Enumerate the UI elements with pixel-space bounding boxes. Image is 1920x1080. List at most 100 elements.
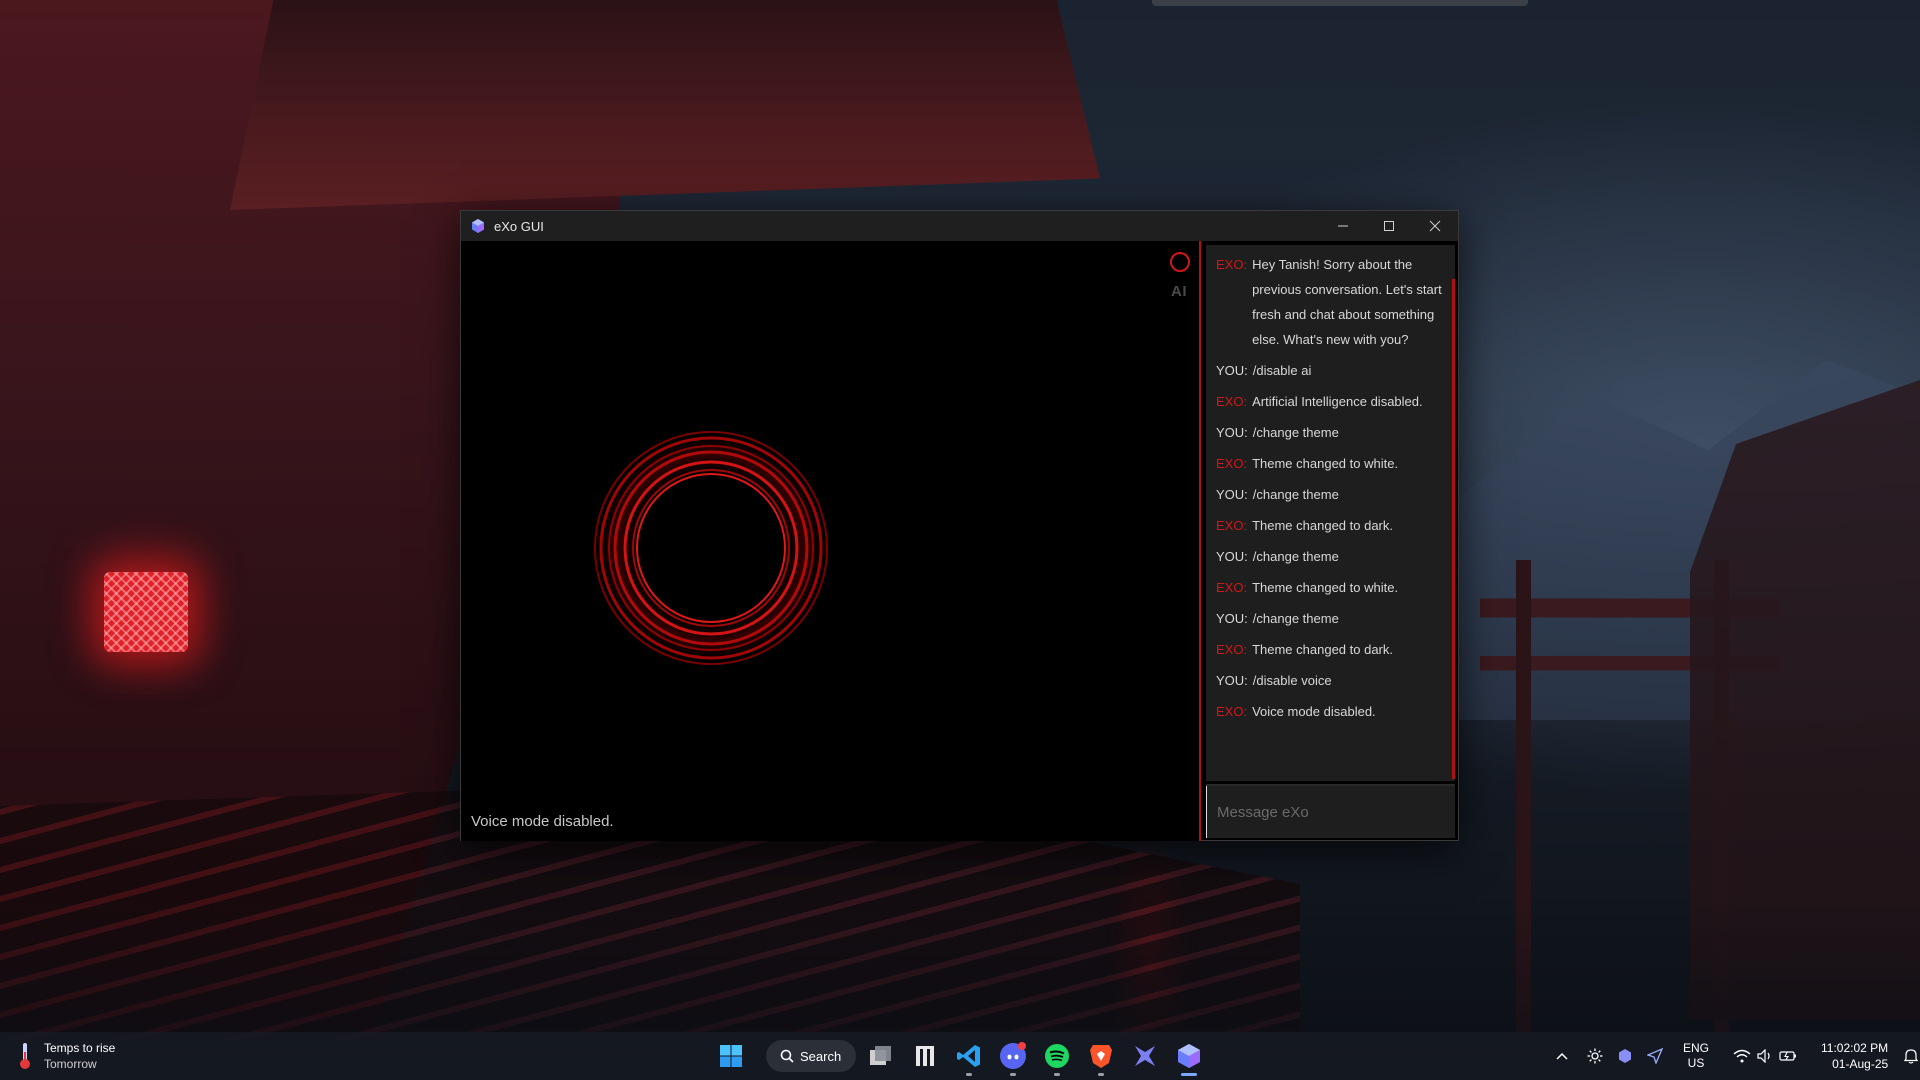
chat-message: EXO: Theme changed to dark. bbox=[1206, 513, 1455, 538]
voice-visualizer-area: AI Voice mode disabled. bbox=[461, 241, 1199, 841]
app-icon bbox=[916, 1046, 934, 1066]
send-icon[interactable] bbox=[1647, 1048, 1663, 1064]
widget-subtitle: Tomorrow bbox=[44, 1057, 97, 1071]
search-label: Search bbox=[800, 1048, 842, 1064]
maximize-icon bbox=[1384, 221, 1394, 231]
taskbar-app-discord[interactable] bbox=[997, 1040, 1029, 1076]
discord-icon bbox=[1000, 1042, 1026, 1069]
close-button[interactable] bbox=[1412, 211, 1458, 241]
chat-message-sender: EXO: bbox=[1216, 580, 1248, 595]
chat-message-sender: EXO: bbox=[1216, 704, 1248, 719]
chat-message-text: /change theme bbox=[1252, 549, 1339, 564]
search-icon bbox=[780, 1049, 794, 1063]
wallpaper-temple-roof bbox=[230, 0, 1100, 210]
chat-message-text: Theme changed to dark. bbox=[1252, 518, 1393, 533]
start-button[interactable] bbox=[715, 1040, 747, 1072]
chat-message-sender: YOU: bbox=[1216, 363, 1248, 378]
clock[interactable]: 11:02:02 PM 01-Aug-25 bbox=[1821, 1040, 1888, 1072]
taskbar-app-brave[interactable] bbox=[1085, 1040, 1117, 1076]
running-indicator bbox=[1054, 1073, 1060, 1076]
chat-message: YOU: /disable ai bbox=[1206, 358, 1455, 383]
clock-date: 01-Aug-25 bbox=[1832, 1057, 1889, 1071]
chat-message: EXO: Theme changed to white. bbox=[1206, 451, 1455, 476]
chat-message: YOU: /disable voice bbox=[1206, 668, 1455, 693]
chat-message-text: Voice mode disabled. bbox=[1252, 704, 1376, 719]
thermometer-icon bbox=[20, 1043, 30, 1069]
language-line2: US bbox=[1687, 1056, 1705, 1070]
ai-label: AI bbox=[1171, 283, 1187, 300]
chevron-up-icon[interactable] bbox=[1555, 1051, 1569, 1061]
chat-message-sender: EXO: bbox=[1216, 518, 1248, 533]
exo-gui-window: eXo GUI AI Voice mode disabled. EXO: Hey… bbox=[460, 210, 1459, 841]
desktop-top-edge-bar bbox=[1152, 0, 1528, 6]
chat-message-sender: YOU: bbox=[1216, 611, 1248, 626]
chat-message: EXO: Theme changed to dark. bbox=[1206, 637, 1455, 662]
window-title: eXo GUI bbox=[494, 218, 544, 234]
chat-message-text: Theme changed to dark. bbox=[1252, 642, 1393, 657]
chat-message-text: /disable ai bbox=[1252, 363, 1312, 378]
taskbar-search[interactable]: Search bbox=[766, 1040, 856, 1072]
running-indicator bbox=[1010, 1073, 1016, 1076]
chat-message-text: /disable voice bbox=[1252, 673, 1332, 688]
message-input-container bbox=[1206, 784, 1455, 838]
spotify-icon bbox=[1045, 1044, 1069, 1068]
chat-message-text: Theme changed to white. bbox=[1252, 456, 1399, 471]
minimize-icon bbox=[1338, 225, 1348, 227]
taskbar-app-notes[interactable] bbox=[909, 1040, 941, 1072]
language-indicator[interactable]: ENG US bbox=[1683, 1041, 1709, 1071]
weather-widget[interactable]: Temps to rise Tomorrow bbox=[18, 1040, 115, 1072]
chat-message: YOU: /change theme bbox=[1206, 482, 1455, 507]
message-input[interactable] bbox=[1206, 786, 1455, 838]
vscode-icon bbox=[957, 1045, 980, 1067]
chat-message: EXO: Voice mode disabled. bbox=[1206, 699, 1455, 724]
chat-scrollbar[interactable] bbox=[1452, 279, 1455, 779]
exo-tray-icon[interactable] bbox=[1617, 1048, 1633, 1064]
clock-time: 11:02:02 PM bbox=[1821, 1041, 1889, 1055]
status-text: Voice mode disabled. bbox=[471, 813, 614, 830]
taskbar: Temps to rise Tomorrow Search ENG US 11:… bbox=[0, 1032, 1920, 1080]
chat-message-text: Hey Tanish! Sorry about the previous con… bbox=[1252, 257, 1442, 347]
language-line1: ENG bbox=[1683, 1041, 1710, 1055]
system-tray: ENG US 11:02:02 PM 01-Aug-25 bbox=[1555, 1032, 1919, 1080]
taskbar-app-vscode[interactable] bbox=[953, 1040, 985, 1076]
chat-message: EXO: Theme changed to white. bbox=[1206, 575, 1455, 600]
chat-message-text: Artificial Intelligence disabled. bbox=[1252, 394, 1423, 409]
panel-divider bbox=[1199, 241, 1201, 841]
taskbar-app-star[interactable] bbox=[1129, 1040, 1161, 1072]
volume-icon[interactable] bbox=[1757, 1049, 1773, 1063]
chat-message-sender: EXO: bbox=[1216, 456, 1248, 471]
chat-message-sender: YOU: bbox=[1216, 425, 1248, 440]
chat-message-sender: EXO: bbox=[1216, 642, 1248, 657]
chat-message-sender: YOU: bbox=[1216, 487, 1248, 502]
wallpaper-water bbox=[0, 900, 1920, 1050]
chat-message: YOU: /change theme bbox=[1206, 420, 1455, 445]
maximize-button[interactable] bbox=[1366, 211, 1412, 241]
chat-message-sender: YOU: bbox=[1216, 549, 1248, 564]
chat-message-text: Theme changed to white. bbox=[1252, 580, 1399, 595]
ai-status-indicator[interactable] bbox=[1170, 252, 1190, 272]
chat-message-sender: EXO: bbox=[1216, 394, 1248, 409]
wifi-icon[interactable] bbox=[1733, 1049, 1751, 1063]
brightness-icon[interactable] bbox=[1587, 1048, 1603, 1064]
wallpaper-lantern bbox=[104, 572, 188, 652]
widget-title: Temps to rise bbox=[44, 1041, 116, 1055]
chat-message-text: /change theme bbox=[1252, 425, 1339, 440]
chat-history[interactable]: EXO: Hey Tanish! Sorry about the previous… bbox=[1206, 245, 1455, 781]
chat-message-sender: EXO: bbox=[1216, 257, 1248, 272]
notification-bell-icon[interactable] bbox=[1904, 1048, 1919, 1064]
close-icon bbox=[1429, 220, 1441, 232]
chat-message-list: EXO: Hey Tanish! Sorry about the previous… bbox=[1206, 252, 1455, 724]
chat-message-text: /change theme bbox=[1252, 611, 1339, 626]
exo-app-icon bbox=[472, 219, 484, 233]
task-view-button[interactable] bbox=[865, 1040, 897, 1072]
chat-message: YOU: /change theme bbox=[1206, 606, 1455, 631]
minimize-button[interactable] bbox=[1320, 211, 1366, 241]
taskbar-app-exo[interactable] bbox=[1173, 1040, 1205, 1076]
active-indicator bbox=[1181, 1073, 1197, 1076]
battery-icon[interactable] bbox=[1779, 1049, 1797, 1063]
brave-icon bbox=[1090, 1045, 1112, 1068]
taskbar-app-spotify[interactable] bbox=[1041, 1040, 1073, 1076]
exo-icon bbox=[1178, 1044, 1200, 1068]
title-bar[interactable]: eXo GUI bbox=[461, 211, 1458, 241]
chat-message: YOU: /change theme bbox=[1206, 544, 1455, 569]
